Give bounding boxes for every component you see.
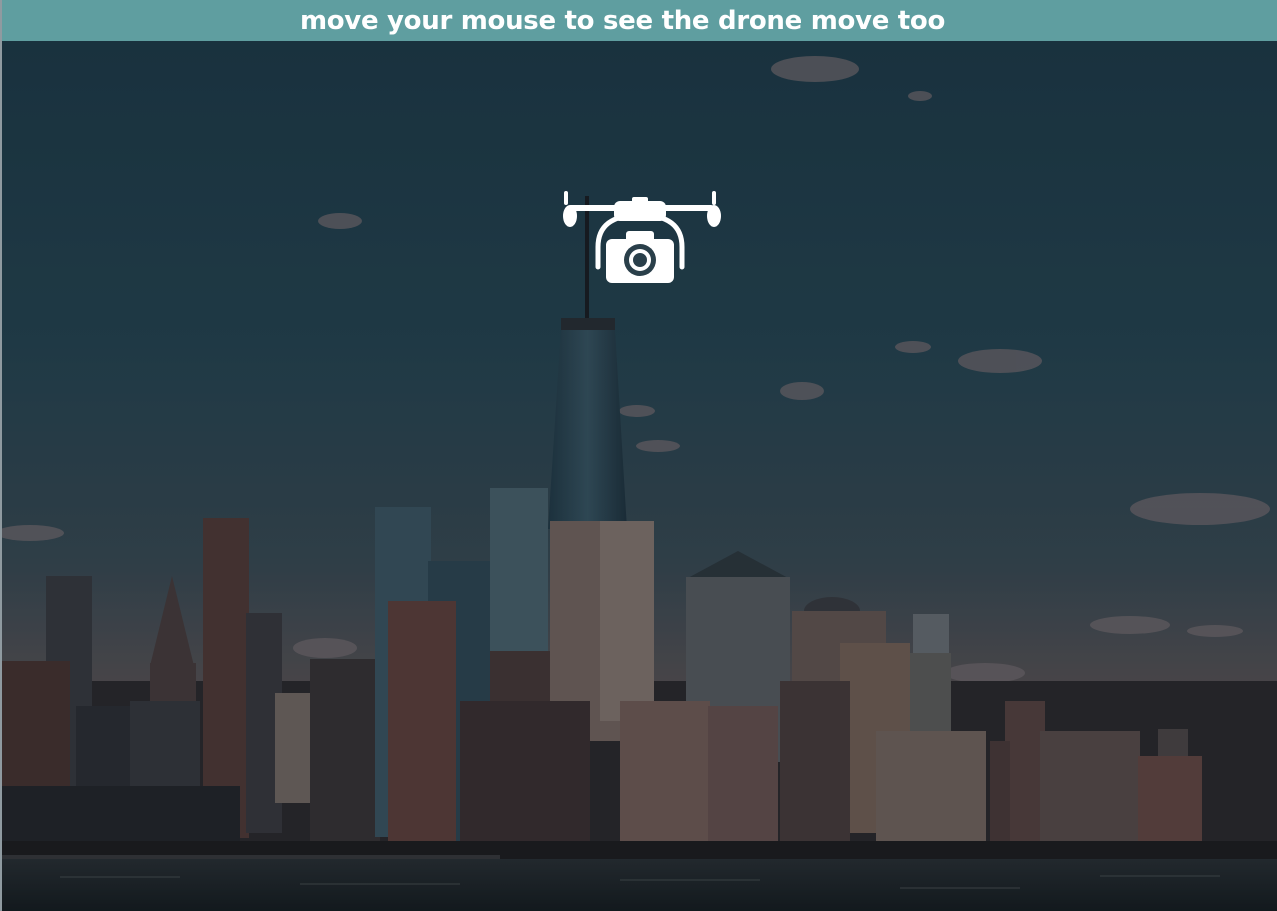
left-border [0,0,2,911]
drone-camera-icon [558,189,722,287]
instruction-text: move your mouse to see the drone move to… [299,5,946,36]
header-bar: move your mouse to see the drone move to… [0,0,1277,41]
dark-overlay [0,41,1277,911]
city-skyline-background[interactable] [0,41,1277,911]
